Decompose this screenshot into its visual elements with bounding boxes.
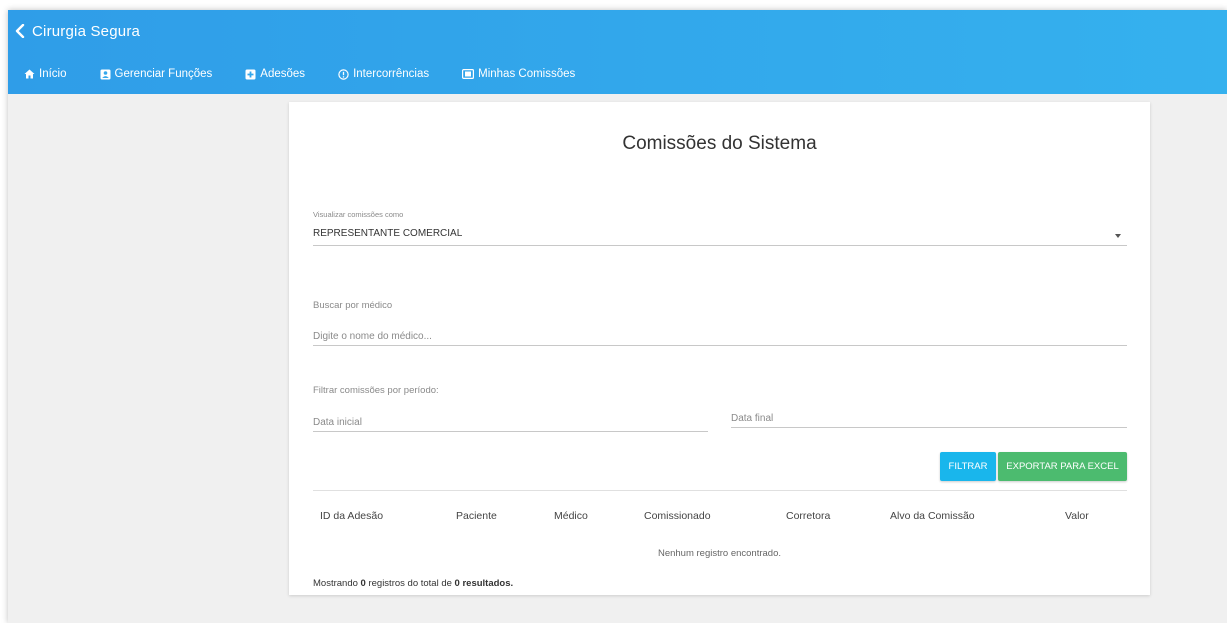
page-title: Comissões do Sistema: [622, 133, 817, 154]
column-header-paciente: Paciente: [456, 510, 497, 522]
nav-item-adesoes[interactable]: Adesões: [245, 68, 305, 80]
view-as-select[interactable]: REPRESENTANTE COMERCIAL: [313, 228, 1127, 246]
caret-down-icon: [1115, 234, 1121, 238]
view-as-value: REPRESENTANTE COMERCIAL: [313, 228, 463, 239]
column-header-corretora: Corretora: [786, 510, 831, 522]
results-total: 0 resultados.: [454, 578, 514, 589]
top-bar: Cirurgia Segura Início Gerenciar Funções: [8, 10, 1227, 94]
column-header-valor: Valor: [1065, 510, 1089, 522]
export-excel-button[interactable]: EXPORTAR PARA EXCEL: [998, 452, 1127, 481]
plus-square-icon: [245, 69, 256, 79]
nav-item-label: Início: [39, 68, 67, 80]
end-date-input[interactable]: [731, 409, 1127, 428]
back-button[interactable]: [8, 20, 32, 42]
commissions-card: Comissões do Sistema Visualizar comissõe…: [289, 102, 1150, 595]
title-row: Cirurgia Segura: [8, 20, 140, 42]
nav-item-inicio[interactable]: Início: [24, 68, 67, 80]
period-filter-label: Filtrar comissões por período:: [313, 385, 439, 396]
main-nav: Início Gerenciar Funções Adesões Interco…: [24, 64, 608, 84]
column-header-comissionado: Comissionado: [644, 510, 711, 522]
column-header-alvo-comissao: Alvo da Comissão: [890, 510, 975, 522]
app-window: Cirurgia Segura Início Gerenciar Funções: [8, 10, 1227, 623]
home-icon: [24, 69, 35, 79]
doctor-search-input[interactable]: [313, 327, 1127, 346]
money-icon: [462, 69, 475, 79]
filter-button[interactable]: FILTRAR: [940, 452, 996, 481]
alert-circle-icon: [338, 68, 349, 80]
app-title: Cirurgia Segura: [32, 22, 141, 40]
view-as-label: Visualizar comissões como: [313, 210, 404, 219]
empty-table-message: Nenhum registro encontrado.: [657, 548, 782, 559]
nav-item-gerenciar-funcoes[interactable]: Gerenciar Funções: [100, 68, 213, 80]
table-divider: [313, 490, 1127, 491]
start-date-input[interactable]: [313, 413, 708, 432]
nav-item-intercorrencias[interactable]: Intercorrências: [338, 68, 429, 80]
results-summary-middle: registros do total de: [365, 578, 455, 589]
chevron-left-icon: [15, 24, 25, 38]
user-card-icon: [100, 69, 110, 79]
nav-item-label: Minhas Comissões: [478, 68, 576, 80]
results-summary-prefix: Mostrando: [313, 578, 361, 589]
nav-item-label: Gerenciar Funções: [114, 68, 213, 80]
results-summary: Mostrando 0 registros do total de 0 resu…: [313, 578, 513, 589]
nav-item-label: Intercorrências: [353, 68, 430, 80]
doctor-search-label: Buscar por médico: [313, 300, 393, 311]
nav-item-label: Adesões: [260, 68, 306, 80]
nav-item-minhas-comissoes[interactable]: Minhas Comissões: [462, 68, 575, 80]
column-header-id-adesao: ID da Adesão: [320, 510, 384, 522]
column-header-medico: Médico: [554, 510, 588, 522]
